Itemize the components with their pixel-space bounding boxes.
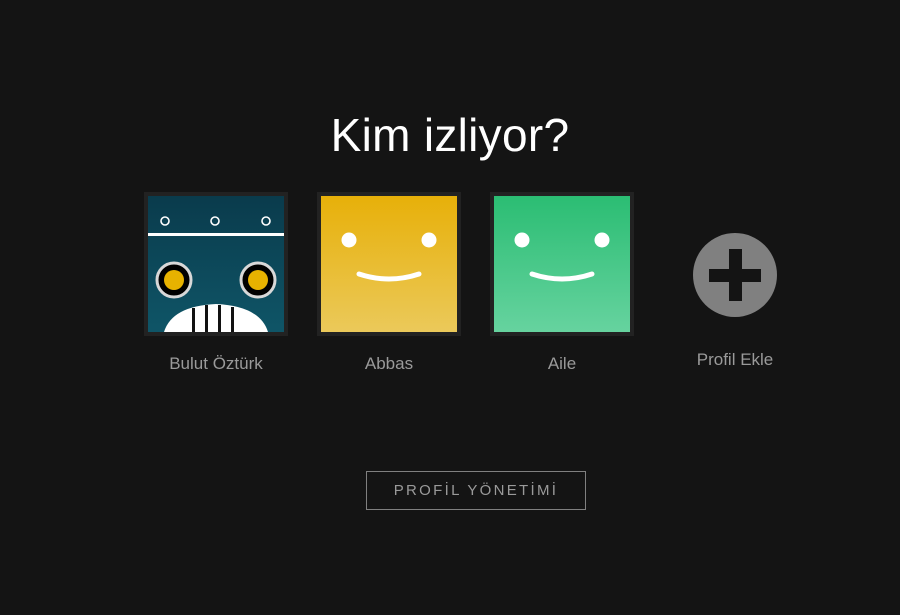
add-profile-label: Profil Ekle (696, 350, 774, 369)
profile-name: Bulut Öztürk (169, 354, 263, 373)
profile-name: Abbas (364, 354, 414, 373)
manage-profiles-button[interactable]: PROFİL YÖNETİMİ (366, 471, 586, 510)
profile-avatar-frame (490, 192, 634, 336)
profile-list: Bulut Öztürk Abbas Aile Profil Ekle (0, 192, 900, 396)
robot-avatar-icon (148, 196, 284, 332)
plus-icon (693, 233, 777, 317)
profile-avatar-frame (317, 192, 461, 336)
profile-name: Aile (547, 354, 577, 373)
smiley-face-icon (494, 196, 630, 332)
profile-avatar-frame (144, 192, 288, 336)
profile-select-page: Kim izliyor? Bulut Öztürk Abbas Aile Pro… (0, 0, 900, 615)
profile-card-aile[interactable]: Aile (487, 192, 637, 374)
smiley-face-icon (321, 196, 457, 332)
page-title: Kim izliyor? (330, 109, 570, 161)
profile-card-abbas[interactable]: Abbas (314, 192, 464, 374)
add-profile-button[interactable]: Profil Ekle (660, 196, 810, 370)
add-profile-avatar (667, 196, 803, 332)
profile-card-bulut[interactable]: Bulut Öztürk (141, 192, 291, 374)
